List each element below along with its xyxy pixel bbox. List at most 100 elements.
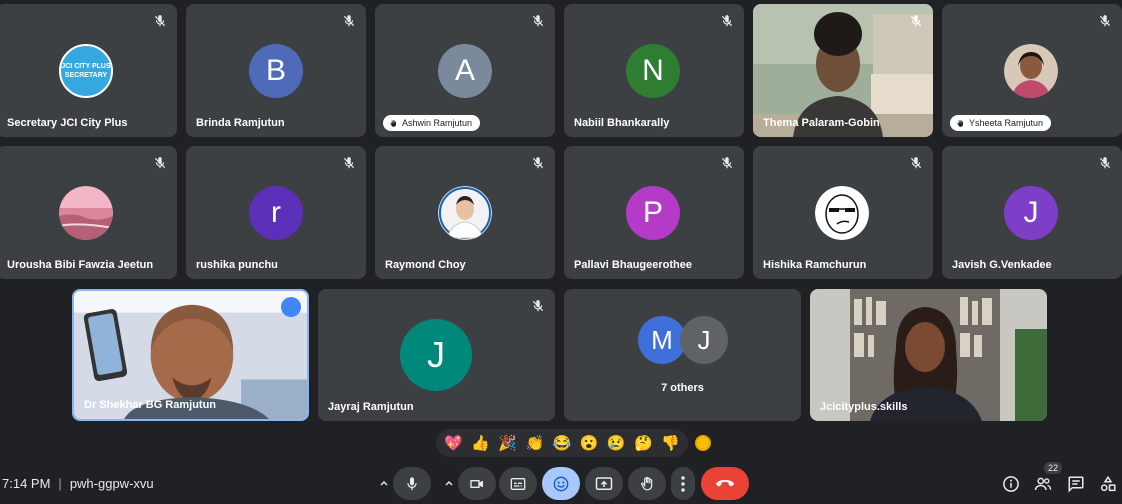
participant-video-tile[interactable]: Thema Palaram-Gobin	[753, 4, 933, 137]
mic-off-icon	[343, 15, 355, 27]
mic-off-icon	[910, 157, 922, 169]
participant-avatar: J	[400, 319, 472, 391]
chevron-up-icon[interactable]	[379, 478, 389, 488]
participant-tile[interactable]: JCI CITY PLUS SECRETARY Secretary JCI Ci…	[0, 4, 177, 137]
chevron-up-icon[interactable]	[444, 478, 454, 488]
reaction-laugh[interactable]: 😂	[553, 434, 572, 452]
participant-avatar	[1004, 44, 1058, 98]
divider: |	[58, 476, 62, 491]
participant-tile[interactable]: Hishika Ramchurun	[753, 146, 933, 279]
mic-off-icon	[910, 15, 922, 27]
participant-tile[interactable]: Urousha Bibi Fawzia Jeetun	[0, 146, 177, 279]
mic-off-icon	[154, 157, 166, 169]
emoji-icon	[553, 476, 569, 491]
meeting-time: 7:14 PM	[2, 476, 51, 491]
participant-avatar: A	[438, 44, 492, 98]
reaction-thumbs-down[interactable]: 👎	[661, 434, 680, 452]
participant-name: Javish G.Venkadee	[952, 259, 1052, 271]
reaction-thumbs-up[interactable]: 👍	[471, 434, 490, 452]
raised-hand-icon	[957, 119, 963, 127]
more-vert-icon	[681, 475, 685, 492]
participant-avatar: P	[626, 186, 680, 240]
others-tile[interactable]: M J 7 others	[564, 289, 801, 421]
participant-avatar: B	[249, 44, 303, 98]
captions-icon	[510, 477, 526, 490]
participant-avatar: J	[1004, 186, 1058, 240]
participant-name-pill: Ashwin Ramjutun	[383, 115, 481, 131]
mic-off-icon	[1099, 157, 1111, 169]
people-count-badge: 22	[1044, 462, 1063, 474]
mic-off-icon	[532, 157, 544, 169]
participant-avatar: N	[626, 44, 680, 98]
participant-name: rushika punchu	[196, 259, 278, 271]
reaction-sad[interactable]: 😢	[607, 434, 626, 452]
participant-avatar	[815, 186, 869, 240]
participant-tile[interactable]: P Pallavi Bhaugeerothee	[564, 146, 744, 279]
participant-tile[interactable]: Raymond Choy	[375, 146, 555, 279]
participant-video-tile[interactable]: Jcicityplus.skills	[810, 289, 1047, 421]
participant-avatar: J	[680, 316, 728, 364]
reaction-skin-tone-button[interactable]	[695, 435, 711, 451]
participant-name: Urousha Bibi Fawzia Jeetun	[7, 259, 154, 271]
participant-tile[interactable]: J Jayraj Ramjutun	[318, 289, 555, 421]
reactions-button[interactable]	[542, 467, 580, 500]
raised-hand-icon	[390, 119, 396, 127]
mic-off-icon	[721, 157, 733, 169]
participant-avatar: M	[638, 316, 686, 364]
mic-off-icon	[343, 157, 355, 169]
meeting-code: pwh-ggpw-xvu	[69, 476, 154, 491]
participant-avatar: JCI CITY PLUS SECRETARY	[59, 44, 113, 98]
participant-tile[interactable]: J Javish G.Venkadee	[942, 146, 1122, 279]
participant-avatar: r	[249, 186, 303, 240]
mic-off-icon	[1099, 15, 1111, 27]
microphone-button[interactable]	[393, 467, 431, 500]
mic-off-icon	[532, 300, 544, 312]
present-button[interactable]	[585, 467, 623, 500]
raise-hand-button[interactable]	[628, 467, 666, 500]
participant-tile[interactable]: A Ashwin Ramjutun	[375, 4, 555, 137]
participant-tile[interactable]: N Nabiil Bhankarally	[564, 4, 744, 137]
participant-name: Secretary JCI City Plus	[7, 117, 128, 129]
participant-name: Jayraj Ramjutun	[328, 401, 414, 413]
mic-off-icon	[154, 15, 166, 27]
participant-name: Pallavi Bhaugeerothee	[574, 259, 692, 271]
participant-name: Hishika Ramchurun	[763, 259, 867, 271]
hand-icon	[640, 476, 653, 491]
more-options-button[interactable]	[671, 467, 695, 500]
end-call-icon	[716, 479, 734, 486]
mic-off-icon	[532, 15, 544, 27]
mic-off-icon	[721, 15, 733, 27]
participant-name: Jcicityplus.skills	[820, 401, 908, 413]
captions-button[interactable]	[499, 467, 537, 500]
participant-name-pill: Ysheeta Ramjutun	[950, 115, 1052, 131]
chat-icon[interactable]	[1067, 475, 1085, 493]
meeting-details-icon[interactable]	[1002, 475, 1020, 493]
camera-button[interactable]	[458, 467, 496, 500]
participant-name: Thema Palaram-Gobin	[763, 117, 880, 129]
reaction-thinking[interactable]: 🤔	[634, 434, 653, 452]
participant-name: Raymond Choy	[385, 259, 466, 271]
participant-avatar	[438, 186, 492, 240]
participant-name: Dr Shekhar BG Ramjutun	[84, 399, 217, 411]
reaction-party[interactable]: 🎉	[498, 434, 517, 452]
reaction-clap[interactable]: 👏	[526, 434, 545, 452]
meeting-info: 7:14 PM | pwh-ggpw-xvu	[2, 476, 154, 491]
share-logo	[281, 297, 301, 317]
participant-name: Nabiil Bhankarally	[574, 117, 670, 129]
participant-tile[interactable]: r rushika punchu	[186, 146, 366, 279]
reaction-heart[interactable]: 💖	[444, 434, 463, 452]
participant-avatar	[59, 186, 113, 240]
activities-icon[interactable]	[1099, 475, 1117, 493]
others-count: 7 others	[661, 382, 704, 394]
reaction-surprised[interactable]: 😮	[580, 434, 599, 452]
people-icon[interactable]	[1034, 475, 1052, 493]
reactions-bar: 💖 👍 🎉 👏 😂 😮 😢 🤔 👎	[436, 429, 688, 457]
leave-call-button[interactable]	[701, 467, 749, 500]
participant-tile[interactable]: Ysheeta Ramjutun	[942, 4, 1122, 137]
participant-name: Brinda Ramjutun	[196, 117, 285, 129]
present-screen-icon	[595, 476, 613, 490]
participant-tile[interactable]: B Brinda Ramjutun	[186, 4, 366, 137]
mic-icon	[407, 476, 417, 490]
participant-video-tile-active-speaker[interactable]: Dr Shekhar BG Ramjutun	[72, 289, 309, 421]
video-camera-icon	[470, 479, 483, 488]
